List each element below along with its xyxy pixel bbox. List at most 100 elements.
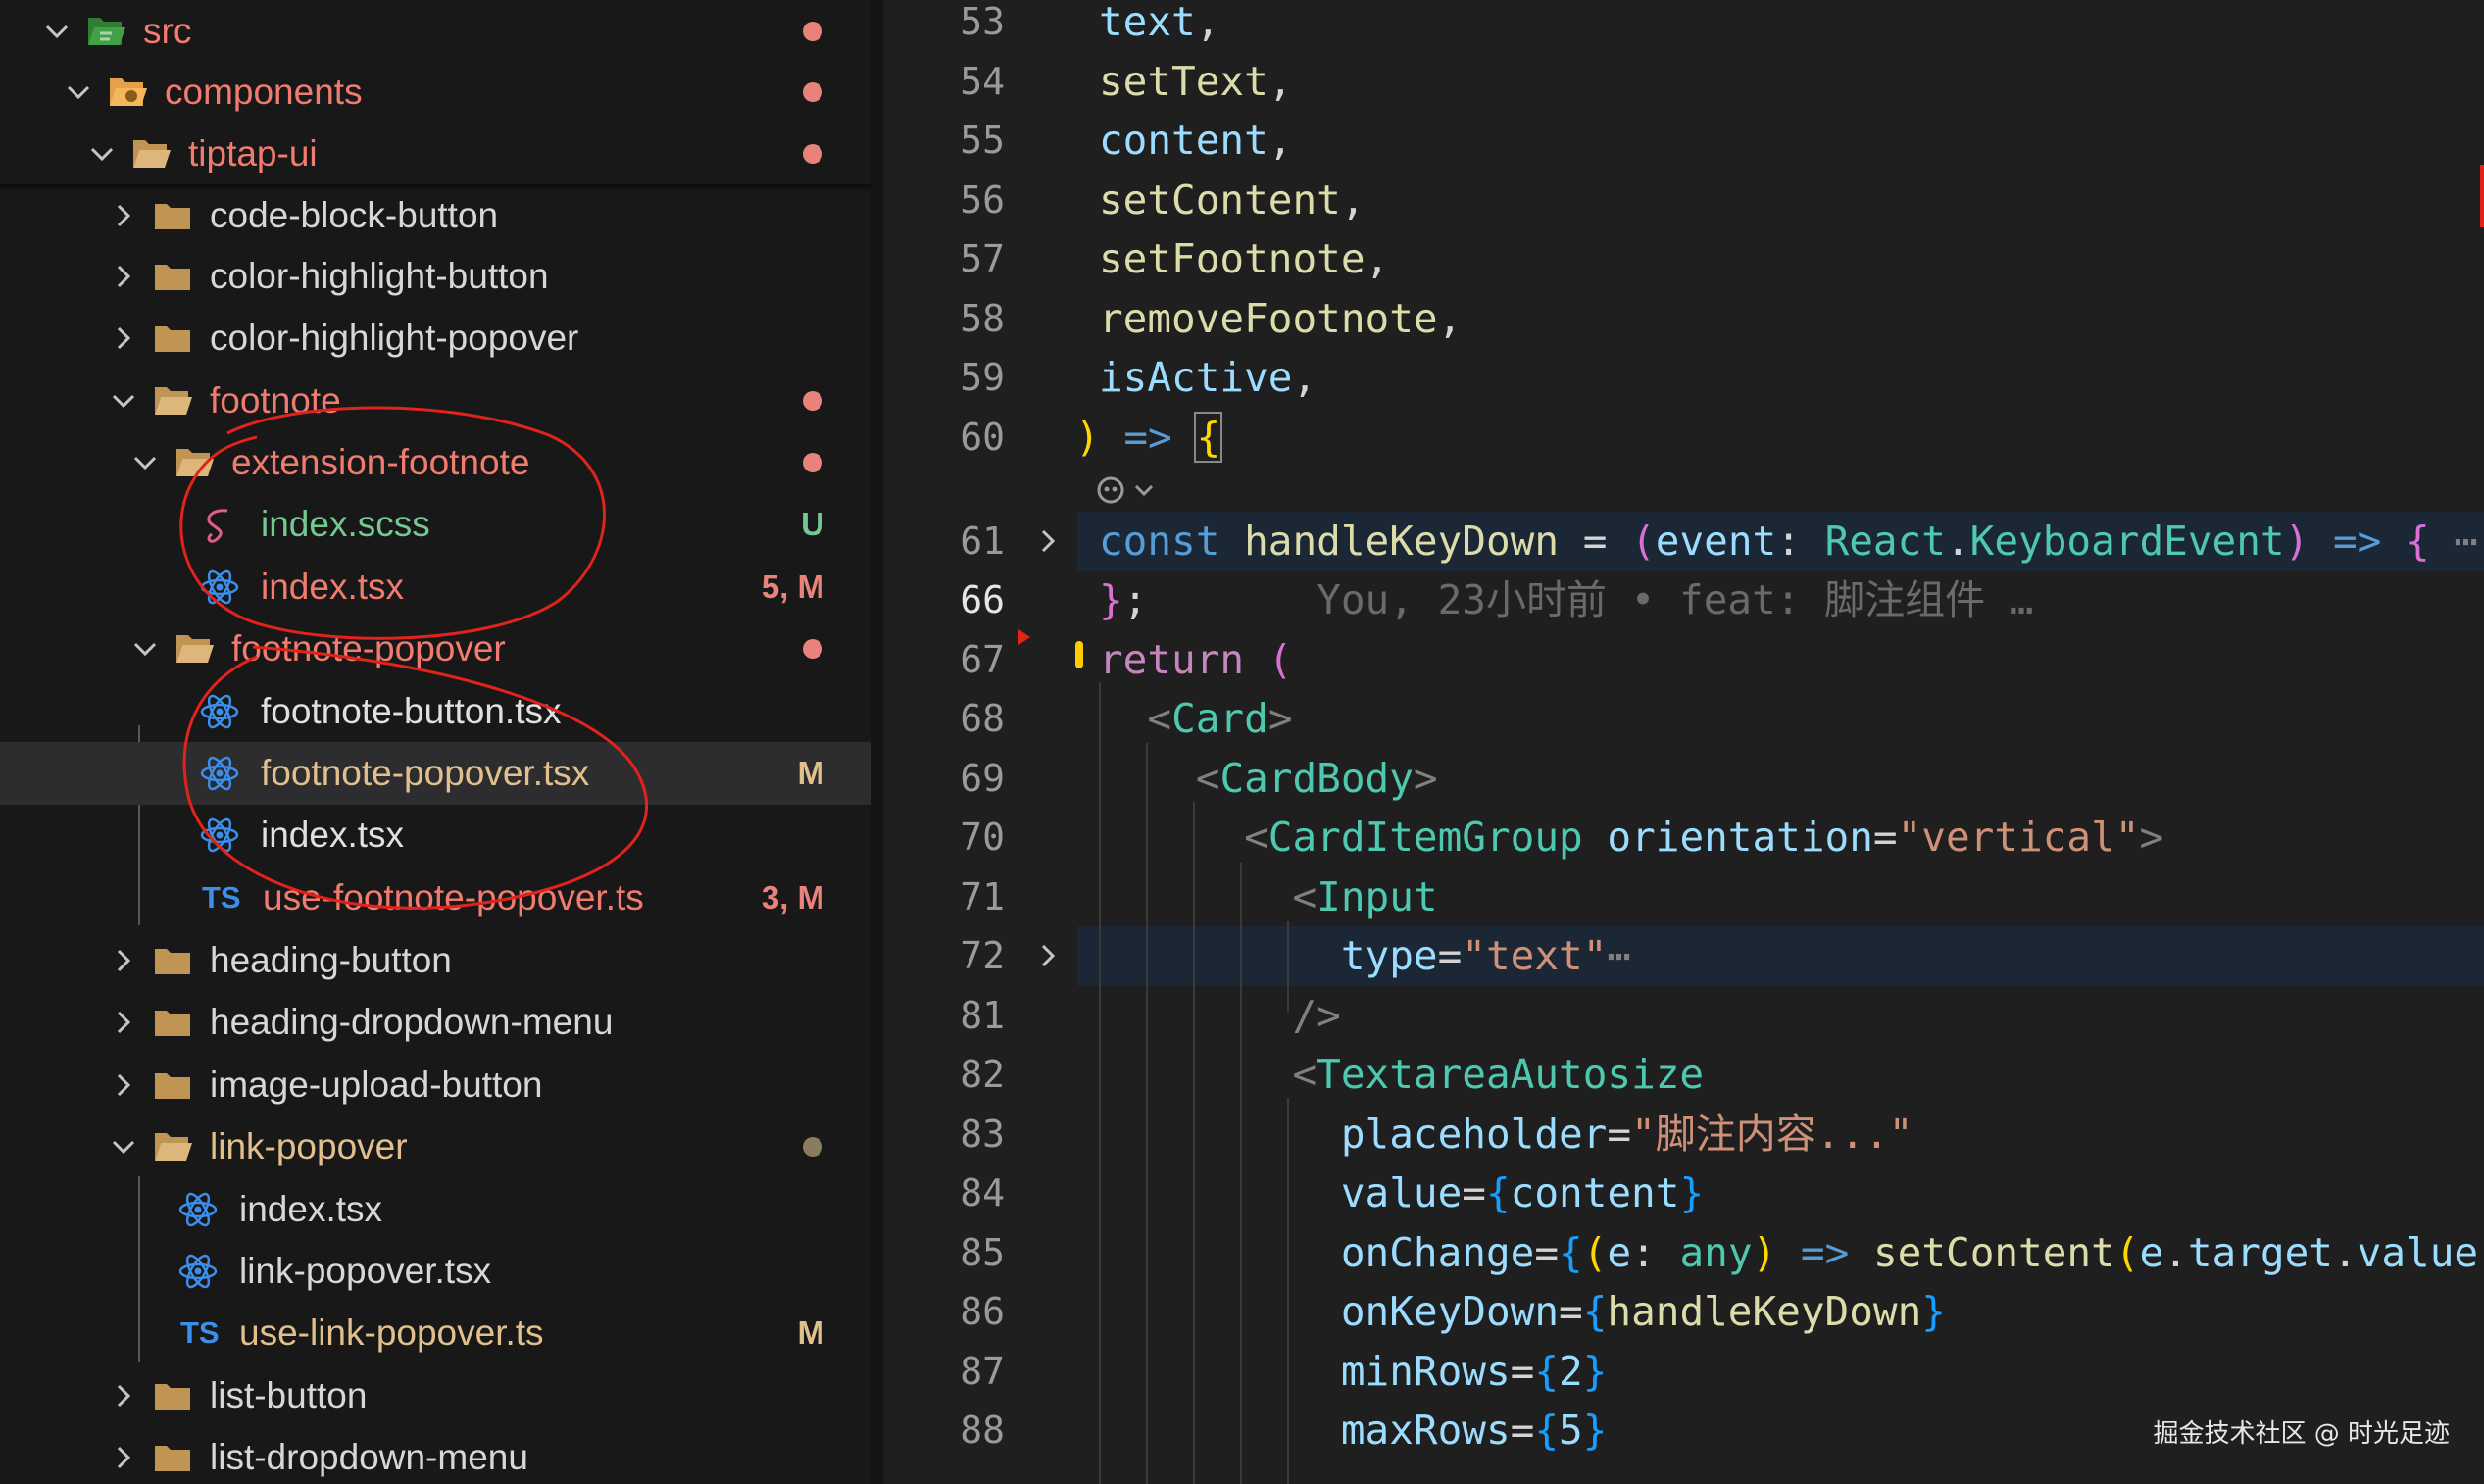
code-line[interactable]: 85 onChange={(e: any) => setContent(e.ta… bbox=[883, 1223, 2484, 1283]
tree-item[interactable]: src bbox=[0, 0, 871, 63]
tree-item[interactable]: index.scss U bbox=[0, 493, 871, 556]
folder-icon bbox=[151, 1064, 194, 1107]
tree-item-label: color-highlight-button bbox=[210, 256, 549, 296]
tree-item[interactable]: index.tsx bbox=[0, 804, 871, 866]
indent-guide bbox=[1146, 743, 1148, 1484]
tree-item[interactable]: image-upload-button bbox=[0, 1054, 871, 1116]
tree-item[interactable]: list-button bbox=[0, 1364, 871, 1427]
tree-item-label: index.scss bbox=[261, 504, 430, 544]
code-line[interactable]: 67 return ( bbox=[883, 630, 2484, 690]
chevron-down-icon[interactable] bbox=[61, 74, 96, 110]
code-text: <TextareaAutosize bbox=[1292, 1051, 1705, 1098]
code-line[interactable]: 68 <Card> bbox=[883, 689, 2484, 749]
git-deletion-marker[interactable] bbox=[1018, 629, 1030, 645]
modified-dot bbox=[803, 22, 822, 41]
tree-item[interactable]: components bbox=[0, 61, 871, 124]
tree-item[interactable]: footnote bbox=[0, 370, 871, 432]
code-line[interactable]: 82 <TextareaAutosize bbox=[883, 1045, 2484, 1105]
folder-icon bbox=[151, 1374, 194, 1417]
tree-item[interactable]: index.tsx 5, M bbox=[0, 556, 871, 618]
fold-chevron-icon[interactable] bbox=[1030, 938, 1066, 973]
chevron-right-icon[interactable] bbox=[106, 198, 141, 233]
chevron-right-icon[interactable] bbox=[106, 1440, 141, 1475]
code-line[interactable]: 70 <CardItemGroup orientation="vertical"… bbox=[883, 808, 2484, 867]
tree-item[interactable]: extension-footnote bbox=[0, 431, 871, 494]
fold-chevron-icon[interactable] bbox=[1030, 523, 1066, 559]
code-editor[interactable]: 53 text, 54 setText, 55 content, 56 setContent,… bbox=[883, 0, 2484, 1484]
code-text: setFootnote, bbox=[1099, 235, 1390, 282]
chevron-down-icon[interactable] bbox=[127, 631, 163, 667]
react-file-icon bbox=[176, 1250, 220, 1293]
lightbulb-icon[interactable] bbox=[1075, 641, 1083, 668]
react-file-icon bbox=[198, 690, 241, 733]
code-text: <Input bbox=[1292, 873, 1438, 920]
chevron-down-icon[interactable] bbox=[127, 445, 163, 480]
tree-item[interactable]: color-highlight-button bbox=[0, 245, 871, 308]
chevron-down-icon[interactable] bbox=[84, 136, 120, 172]
tree-item[interactable]: index.tsx bbox=[0, 1178, 871, 1241]
git-status-badge: 3, M bbox=[761, 879, 824, 915]
code-text: onChange={(e: any) => setContent(e.targe… bbox=[1340, 1229, 2484, 1276]
chevron-down-icon[interactable] bbox=[106, 1129, 141, 1164]
chevron-right-icon[interactable] bbox=[106, 321, 141, 356]
chevron-right-icon[interactable] bbox=[106, 1067, 141, 1103]
code-line[interactable]: 59 isActive, bbox=[883, 348, 2484, 408]
tree-item[interactable]: heading-dropdown-menu bbox=[0, 991, 871, 1054]
code-line[interactable]: 61 const handleKeyDown = (event: React.Ke… bbox=[960, 512, 2484, 571]
line-number: 60 bbox=[960, 416, 1005, 459]
line-number: 70 bbox=[960, 816, 1005, 859]
code-line[interactable]: 84 value={content} bbox=[883, 1163, 2484, 1223]
tree-item-label: footnote-popover bbox=[231, 628, 506, 668]
folder-open-icon bbox=[173, 441, 216, 484]
tree-item[interactable]: link-popover bbox=[0, 1115, 871, 1178]
code-line[interactable]: 57 setFootnote, bbox=[883, 229, 2484, 289]
tree-item-label: use-link-popover.ts bbox=[239, 1312, 544, 1353]
code-line[interactable]: 58 removeFootnote, bbox=[883, 289, 2484, 349]
sass-file-icon bbox=[198, 503, 241, 546]
code-line[interactable]: 56 setContent, bbox=[883, 171, 2484, 230]
chevron-right-icon[interactable] bbox=[106, 943, 141, 978]
folder-open-icon bbox=[151, 1125, 194, 1168]
src-folder-icon bbox=[84, 10, 127, 53]
code-line[interactable]: 86 onKeyDown={handleKeyDown} bbox=[883, 1282, 2484, 1342]
code-text: setText, bbox=[1099, 58, 1293, 105]
chevron-right-icon[interactable] bbox=[106, 1005, 141, 1040]
tree-item[interactable]: heading-button bbox=[0, 929, 871, 992]
code-line[interactable]: 66}; You, 23小时前 • feat: 脚注组件 … bbox=[883, 570, 2484, 630]
typescript-file-icon: TS bbox=[180, 1315, 220, 1350]
tree-item[interactable]: footnote-popover.tsx M bbox=[0, 742, 871, 805]
line-number: 54 bbox=[960, 60, 1005, 103]
tree-item[interactable]: TS use-footnote-popover.ts 3, M bbox=[0, 866, 871, 929]
chevron-right-icon[interactable] bbox=[106, 1378, 141, 1413]
code-line[interactable]: 60) => { bbox=[883, 408, 2484, 468]
tree-item[interactable]: footnote-button.tsx bbox=[0, 680, 871, 743]
tree-item[interactable]: TS use-link-popover.ts M bbox=[0, 1302, 871, 1364]
line-number: 84 bbox=[960, 1171, 1005, 1214]
tree-item[interactable]: tiptap-ui bbox=[0, 123, 871, 185]
copilot-icon[interactable] bbox=[1093, 470, 1162, 510]
tree-item[interactable]: color-highlight-popover bbox=[0, 307, 871, 370]
tree-item[interactable]: footnote-popover bbox=[0, 618, 871, 680]
code-line[interactable]: 81 /> bbox=[883, 986, 2484, 1046]
line-number: 71 bbox=[960, 875, 1005, 918]
code-line[interactable]: 55 content, bbox=[883, 111, 2484, 171]
tree-item[interactable]: code-block-button bbox=[0, 184, 871, 247]
components-folder-icon bbox=[106, 71, 149, 114]
sidebar-sash[interactable] bbox=[871, 0, 883, 1484]
code-line[interactable]: 71 <Input bbox=[883, 867, 2484, 927]
watermark: 掘金技术社区 @ 时光足迹 bbox=[2153, 1419, 2450, 1449]
code-line[interactable]: 54 setText, bbox=[883, 52, 2484, 112]
folder-open-icon bbox=[151, 379, 194, 422]
chevron-right-icon[interactable] bbox=[106, 259, 141, 294]
line-number: 55 bbox=[960, 119, 1005, 162]
code-line[interactable]: 69 <CardBody> bbox=[883, 749, 2484, 809]
chevron-down-icon[interactable] bbox=[39, 14, 75, 49]
code-line[interactable]: 83 placeholder="脚注内容..." bbox=[883, 1105, 2484, 1164]
line-number: 81 bbox=[960, 994, 1005, 1037]
folder-icon bbox=[151, 255, 194, 298]
tree-item[interactable]: list-dropdown-menu bbox=[0, 1426, 871, 1484]
chevron-down-icon[interactable] bbox=[106, 383, 141, 419]
code-line[interactable]: 53 text, bbox=[883, 0, 2484, 52]
code-line[interactable]: 87 minRows={2} bbox=[883, 1342, 2484, 1402]
tree-item[interactable]: link-popover.tsx bbox=[0, 1240, 871, 1303]
